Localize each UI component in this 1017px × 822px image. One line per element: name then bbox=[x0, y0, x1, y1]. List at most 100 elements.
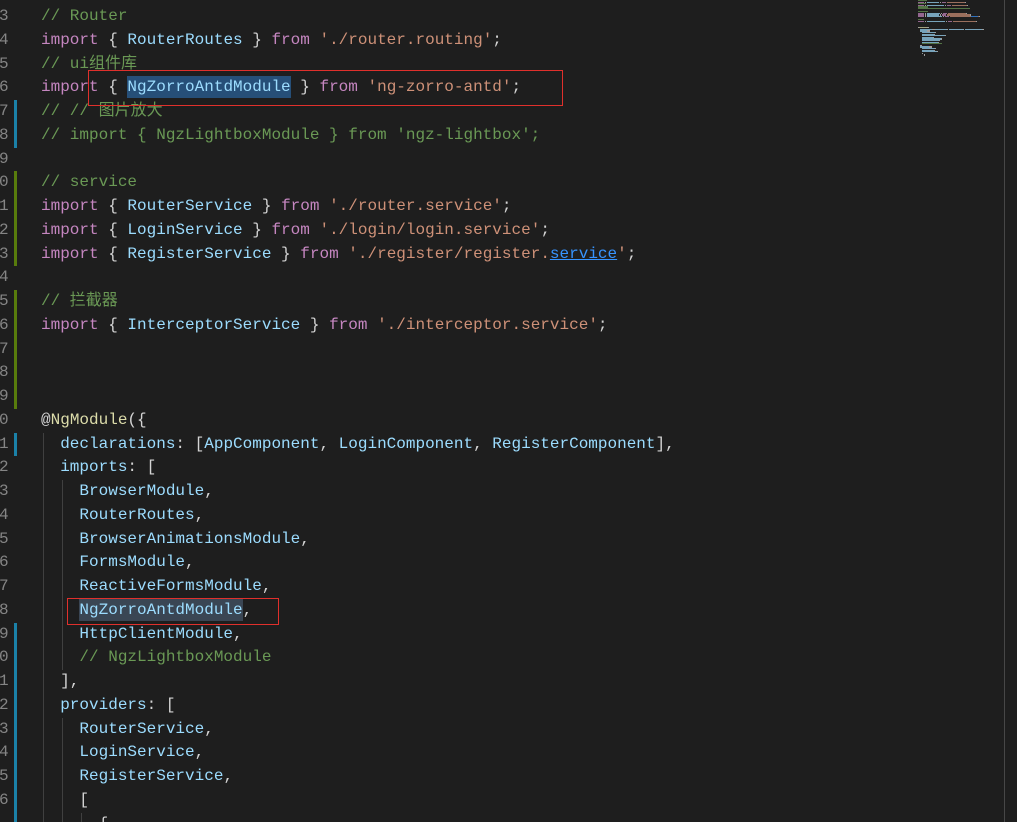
code-text[interactable]: // 拦截器 bbox=[41, 290, 118, 314]
code-line[interactable]: 7 // // 图片放大 bbox=[0, 100, 1004, 124]
code-text[interactable]: // import { NgzLightboxModule } from 'ng… bbox=[41, 124, 540, 148]
line-number[interactable]: 1 bbox=[0, 433, 9, 457]
line-number[interactable]: 2 bbox=[0, 219, 9, 243]
code-line[interactable]: { bbox=[0, 812, 1004, 822]
code-text[interactable]: // Router bbox=[41, 5, 127, 29]
vertical-scrollbar[interactable] bbox=[1004, 0, 1017, 822]
line-number[interactable]: 7 bbox=[0, 575, 9, 599]
code-text[interactable]: declarations: [AppComponent, LoginCompon… bbox=[41, 433, 675, 457]
line-number[interactable]: 7 bbox=[0, 100, 9, 124]
line-number[interactable]: 8 bbox=[0, 361, 9, 385]
code-line[interactable]: 3 // Router bbox=[0, 5, 1004, 29]
code-text[interactable]: [ bbox=[41, 789, 89, 813]
code-line[interactable]: 4 import { RouterRoutes } from './router.… bbox=[0, 29, 1004, 53]
code-line[interactable]: 0 // service bbox=[0, 171, 1004, 195]
line-number[interactable]: 1 bbox=[0, 670, 9, 694]
gutter-change-marker[interactable] bbox=[14, 313, 17, 338]
gutter-change-marker[interactable] bbox=[14, 171, 17, 195]
code-line[interactable]: 0 // NgzLightboxModule bbox=[0, 646, 1004, 670]
code-line[interactable]: 2 imports: [ bbox=[0, 456, 1004, 480]
gutter-change-marker[interactable] bbox=[14, 717, 17, 742]
line-number[interactable]: 5 bbox=[0, 765, 9, 789]
code-text[interactable]: imports: [ bbox=[41, 456, 156, 480]
code-text[interactable]: // service bbox=[41, 171, 137, 195]
code-line[interactable]: 8 // import { NgzLightboxModule } from 'n… bbox=[0, 123, 1004, 148]
gutter-change-marker[interactable] bbox=[14, 432, 17, 457]
code-line[interactable]: 2 providers: [ bbox=[0, 693, 1004, 718]
line-number[interactable]: 5 bbox=[0, 528, 9, 552]
gutter-change-marker[interactable] bbox=[14, 100, 17, 124]
line-number[interactable]: 6 bbox=[0, 76, 9, 100]
line-number[interactable]: 3 bbox=[0, 5, 9, 29]
code-line[interactable]: 8 NgZorroAntdModule, bbox=[0, 598, 1004, 623]
code-line[interactable]: 9 HttpClientModule, bbox=[0, 622, 1004, 647]
gutter-change-marker[interactable] bbox=[14, 788, 17, 813]
code-line[interactable]: 7 ReactiveFormsModule, bbox=[0, 575, 1004, 599]
gutter-change-marker[interactable] bbox=[14, 812, 17, 822]
gutter-change-marker[interactable] bbox=[14, 646, 17, 670]
code-editor[interactable]: 3 // Router 4 import { RouterRoutes } from … bbox=[0, 0, 1004, 822]
code-text[interactable]: { bbox=[41, 813, 109, 822]
gutter-change-marker[interactable] bbox=[14, 693, 17, 718]
line-number[interactable]: 4 bbox=[0, 504, 9, 528]
gutter-change-marker[interactable] bbox=[14, 385, 17, 409]
line-number[interactable]: 3 bbox=[0, 718, 9, 742]
gutter-change-marker[interactable] bbox=[14, 361, 17, 385]
code-line[interactable]: 1 import { RouterService } from './router… bbox=[0, 195, 1004, 219]
minimap[interactable] bbox=[918, 0, 998, 60]
code-text[interactable]: import { NgZorroAntdModule } from 'ng-zo… bbox=[41, 76, 521, 100]
code-line[interactable]: 7 bbox=[0, 337, 1004, 362]
code-line[interactable]: 5 // 拦截器 bbox=[0, 290, 1004, 314]
line-number[interactable]: 9 bbox=[0, 385, 9, 409]
code-text[interactable]: HttpClientModule, bbox=[41, 623, 242, 647]
code-text[interactable]: // // 图片放大 bbox=[41, 100, 163, 124]
code-line[interactable]: 6 FormsModule, bbox=[0, 551, 1004, 575]
line-number[interactable]: 2 bbox=[0, 456, 9, 480]
code-line[interactable]: 2 import { LoginService } from './login/l… bbox=[0, 218, 1004, 243]
code-line[interactable]: 6 import { InterceptorService } from './i… bbox=[0, 313, 1004, 338]
code-text[interactable]: @NgModule({ bbox=[41, 409, 147, 433]
code-text[interactable]: import { LoginService } from './login/lo… bbox=[41, 219, 550, 243]
line-number[interactable]: 9 bbox=[0, 148, 9, 172]
code-text[interactable]: ReactiveFormsModule, bbox=[41, 575, 271, 599]
line-number[interactable]: 2 bbox=[0, 694, 9, 718]
gutter-change-marker[interactable] bbox=[14, 123, 17, 148]
code-text[interactable]: ], bbox=[41, 670, 79, 694]
code-lines[interactable]: 3 // Router 4 import { RouterRoutes } from … bbox=[0, 0, 1004, 822]
code-line[interactable]: 8 bbox=[0, 361, 1004, 385]
line-number[interactable]: 5 bbox=[0, 53, 9, 77]
code-text[interactable]: LoginService, bbox=[41, 741, 204, 765]
line-number[interactable]: 5 bbox=[0, 290, 9, 314]
gutter-change-marker[interactable] bbox=[14, 290, 17, 314]
gutter-change-marker[interactable] bbox=[14, 195, 17, 219]
line-number[interactable]: 4 bbox=[0, 29, 9, 53]
line-number[interactable]: 0 bbox=[0, 646, 9, 670]
line-number[interactable]: 3 bbox=[0, 243, 9, 267]
code-line[interactable]: 5 RegisterService, bbox=[0, 765, 1004, 789]
line-number[interactable]: 8 bbox=[0, 124, 9, 148]
code-line[interactable]: 6 [ bbox=[0, 788, 1004, 813]
line-number[interactable]: 1 bbox=[0, 195, 9, 219]
code-line[interactable]: 5 BrowserAnimationsModule, bbox=[0, 527, 1004, 552]
code-line[interactable]: 4 RouterRoutes, bbox=[0, 503, 1004, 528]
code-text[interactable]: RegisterService, bbox=[41, 765, 233, 789]
gutter-change-marker[interactable] bbox=[14, 218, 17, 243]
line-number[interactable]: 0 bbox=[0, 171, 9, 195]
code-line[interactable]: 0 @NgModule({ bbox=[0, 409, 1004, 433]
code-text[interactable]: import { RouterService } from './router.… bbox=[41, 195, 512, 219]
code-line[interactable]: 9 bbox=[0, 148, 1004, 172]
code-text[interactable]: // NgzLightboxModule bbox=[41, 646, 271, 670]
code-line[interactable]: 9 bbox=[0, 385, 1004, 409]
code-text[interactable]: import { InterceptorService } from './in… bbox=[41, 314, 608, 338]
code-line[interactable]: 1 ], bbox=[0, 670, 1004, 694]
gutter-change-marker[interactable] bbox=[14, 670, 17, 694]
code-text[interactable]: RouterRoutes, bbox=[41, 504, 204, 528]
line-number[interactable]: 3 bbox=[0, 480, 9, 504]
code-line[interactable]: 1 declarations: [AppComponent, LoginComp… bbox=[0, 432, 1004, 457]
code-text[interactable]: // ui组件库 bbox=[41, 53, 137, 77]
code-text[interactable]: NgZorroAntdModule, bbox=[41, 598, 252, 623]
line-number[interactable]: 8 bbox=[0, 599, 9, 623]
line-number[interactable]: 4 bbox=[0, 741, 9, 765]
line-number[interactable]: 0 bbox=[0, 409, 9, 433]
code-text[interactable]: BrowserAnimationsModule, bbox=[41, 528, 309, 552]
